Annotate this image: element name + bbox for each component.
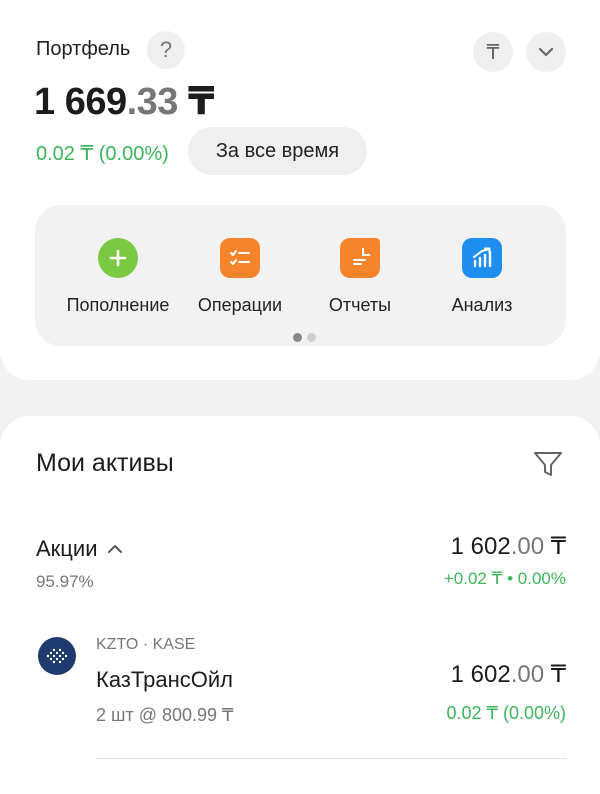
action-topup-label: Пополнение <box>66 295 170 315</box>
action-analysis[interactable]: Анализ <box>417 205 547 325</box>
portfolio-total-int: 1 669 <box>34 81 127 123</box>
chart-icon <box>462 238 502 278</box>
filter-button[interactable] <box>532 449 564 479</box>
question-icon: ? <box>159 37 173 62</box>
portfolio-total: 1 669.33 ₸ <box>34 79 214 124</box>
pager-dot-active[interactable] <box>293 333 302 342</box>
collapse-button[interactable] <box>526 32 566 72</box>
plus-icon <box>98 238 138 278</box>
actions-panel: Пополнение Операции Отчеты Анализ <box>35 205 566 346</box>
action-operations-label: Операции <box>197 295 283 315</box>
assets-title: Мои активы <box>36 449 174 477</box>
category-name: Акции <box>36 536 98 561</box>
currency-button[interactable]: ₸ <box>473 32 513 72</box>
action-topup[interactable]: Пополнение <box>53 205 183 325</box>
portfolio-total-currency: ₸ <box>177 81 214 123</box>
action-reports-label: Отчеты <box>328 295 392 315</box>
category-change: +0.02 ₸ • 0.00% <box>443 569 566 588</box>
category-value: 1 602.00 ₸ <box>451 532 566 561</box>
holding-value-int: 1 602 <box>450 661 511 688</box>
category-share: 95.97% <box>36 572 94 591</box>
category-value-int: 1 602 <box>450 533 511 560</box>
portfolio-title: Портфель <box>36 38 131 60</box>
holding-value-currency: ₸ <box>544 661 566 688</box>
pager-dots <box>293 333 316 342</box>
action-analysis-label: Анализ <box>451 295 513 315</box>
holding-value-dec: .00 <box>510 661 545 688</box>
holding-value: 1 602.00 ₸ <box>451 660 566 689</box>
pager-dot[interactable] <box>307 333 316 342</box>
holding-name[interactable]: КазТрансОйл <box>96 667 233 693</box>
category-value-dec: .00 <box>510 533 545 560</box>
tenge-icon: ₸ <box>486 41 500 64</box>
chevron-up-icon <box>108 545 123 553</box>
portfolio-change: 0.02 ₸ (0.00%) <box>36 143 169 165</box>
divider <box>96 758 566 759</box>
action-operations[interactable]: Операции <box>175 205 305 325</box>
help-button[interactable]: ? <box>147 31 185 69</box>
category-value-currency: ₸ <box>544 533 566 560</box>
portfolio-total-dec: .33 <box>126 81 179 123</box>
filter-icon <box>534 452 562 476</box>
operations-icon <box>220 238 260 278</box>
action-reports[interactable]: Отчеты <box>295 205 425 325</box>
holding-ticker: KZTO · KASE <box>96 636 196 653</box>
holding-quantity: 2 шт @ 800.99 ₸ <box>96 705 234 725</box>
chevron-down-icon <box>538 47 554 57</box>
report-icon <box>340 238 380 278</box>
period-selector[interactable]: За все время <box>188 127 367 175</box>
kazmunaigas-logo <box>38 637 76 675</box>
holding-change: 0.02 ₸ (0.00%) <box>446 703 566 723</box>
category-header[interactable]: Акции <box>36 536 123 562</box>
